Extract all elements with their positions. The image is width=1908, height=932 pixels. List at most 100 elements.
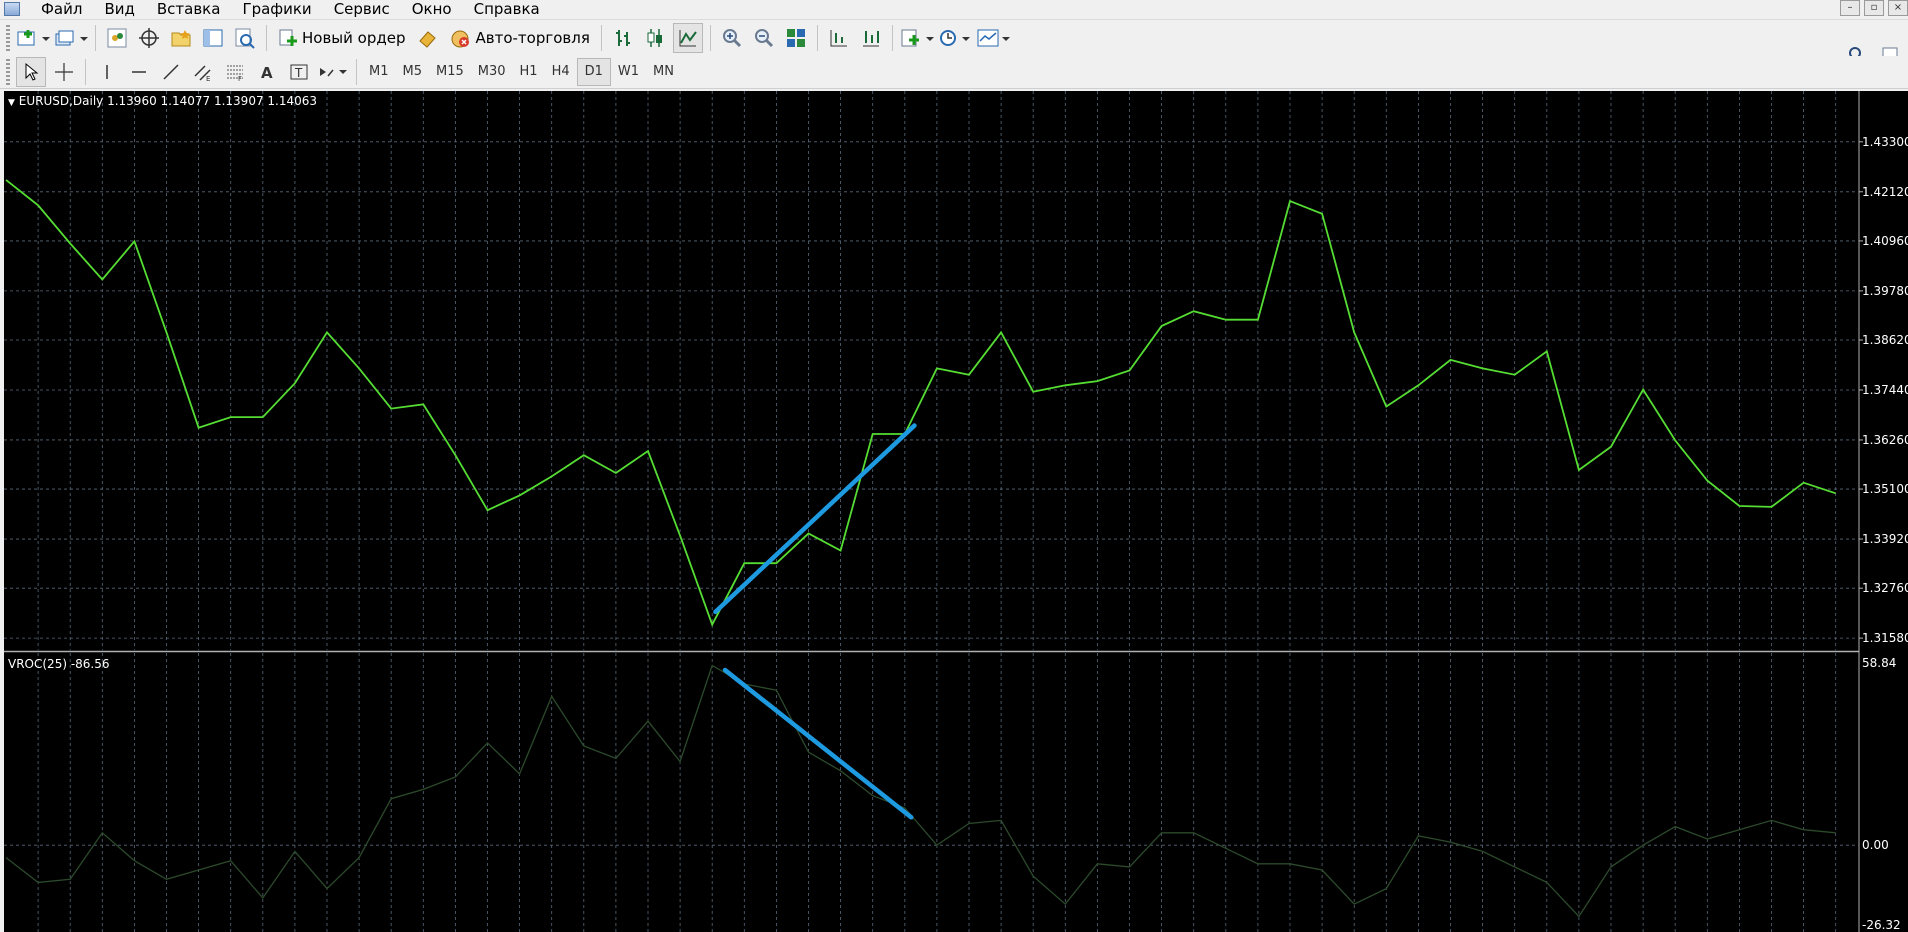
timeframe-m5[interactable]: M5: [396, 59, 430, 85]
chart-window[interactable]: 1.43300 1.42120 1.40960 1.39780 1.38620 1.374…: [4, 91, 1908, 932]
toolbar-separator: [709, 25, 711, 51]
line-chart-icon: [679, 30, 697, 47]
folder-star-icon: [171, 30, 191, 47]
indicators-icon: [901, 29, 934, 47]
timeframe-h1[interactable]: H1: [513, 59, 545, 85]
timeframe-w1[interactable]: W1: [611, 59, 646, 85]
line-chart-button[interactable]: [672, 23, 703, 53]
svg-text:A: A: [261, 64, 273, 82]
vertical-line-tool[interactable]: [93, 58, 121, 86]
indicators-button[interactable]: [900, 24, 934, 52]
toolbar-grip[interactable]: [6, 25, 10, 51]
menu-file[interactable]: Файл: [30, 0, 93, 18]
eraser-icon: [419, 31, 437, 48]
channel-icon: E: [194, 65, 211, 82]
timeframe-d1[interactable]: D1: [576, 58, 611, 86]
price-tick-label: 1.32760: [1862, 581, 1908, 595]
clock-icon: [939, 30, 970, 46]
trendline-tool[interactable]: [157, 58, 185, 86]
navigator-button[interactable]: [135, 24, 163, 52]
chart-canvas[interactable]: 1.43300 1.42120 1.40960 1.39780 1.38620 1.374…: [4, 91, 1908, 932]
market-watch-button[interactable]: [103, 24, 131, 52]
tile-windows-icon: [786, 29, 805, 47]
menu-insert[interactable]: Вставка: [146, 0, 232, 18]
new-order-icon: [279, 29, 297, 46]
standard-toolbar: Новый ордер Авто-торговля: [0, 19, 1908, 65]
minimize-button[interactable]: –: [1840, 0, 1860, 16]
new-order-button[interactable]: Новый ордер: [274, 24, 409, 52]
toolbar-separator: [266, 25, 267, 51]
price-trendline: [713, 423, 917, 615]
zoom-out-button[interactable]: [750, 24, 778, 52]
candlestick-button[interactable]: [641, 24, 669, 52]
price-line: [5, 179, 1836, 627]
periods-button[interactable]: [938, 24, 972, 52]
crosshair-target-icon: [139, 28, 159, 48]
horizontal-line-icon: [132, 71, 146, 73]
price-tick-label: 1.42120: [1862, 185, 1908, 199]
timeframe-m30[interactable]: M30: [471, 59, 513, 85]
menu-help[interactable]: Справка: [463, 0, 551, 18]
text-tool[interactable]: A: [253, 58, 281, 86]
profiles-icon: [55, 30, 88, 46]
toolbar-separator: [356, 59, 357, 85]
price-tick-label: 1.38620: [1862, 333, 1908, 347]
text-label-tool[interactable]: T: [285, 58, 313, 86]
cursor-tool[interactable]: [16, 57, 46, 87]
timeframe-m15[interactable]: M15: [429, 59, 471, 85]
templates-icon: [977, 29, 1010, 47]
text-icon: A: [261, 64, 273, 82]
magnifier-document-icon: [235, 28, 255, 49]
templates-button[interactable]: [976, 24, 1010, 52]
fibonacci-tool[interactable]: F: [221, 58, 249, 86]
window-panel-icon: [203, 29, 223, 47]
arrows-icon: [320, 68, 347, 77]
toolbar-grip[interactable]: [6, 59, 10, 85]
price-tick-label: 1.31580: [1862, 631, 1908, 645]
new-chart-button[interactable]: [16, 24, 50, 52]
menu-charts[interactable]: Графики: [231, 0, 322, 18]
app-icon[interactable]: [4, 2, 20, 16]
arrows-tool[interactable]: [317, 58, 349, 86]
close-button[interactable]: ×: [1888, 0, 1908, 16]
indicator-tick-label: 58.84: [1862, 656, 1896, 670]
chart-shift-button[interactable]: [825, 24, 853, 52]
market-watch-icon: [107, 28, 127, 48]
tile-windows-button[interactable]: [782, 24, 810, 52]
profiles-button[interactable]: [54, 24, 88, 52]
price-tick-label: 1.37440: [1862, 383, 1908, 397]
favorites-button[interactable]: [167, 24, 195, 52]
indicator-tick-label: -26.32: [1862, 918, 1901, 932]
strategy-tester-button[interactable]: [231, 24, 259, 52]
zoom-out-icon: [754, 29, 773, 48]
timeframe-mn[interactable]: MN: [646, 59, 681, 85]
fibonacci-icon: F: [227, 65, 243, 82]
horizontal-line-tool[interactable]: [125, 58, 153, 86]
menu-window[interactable]: Окно: [401, 0, 463, 18]
timeframe-h4[interactable]: H4: [545, 59, 577, 85]
auto-trading-button[interactable]: Авто-торговля: [445, 24, 593, 52]
collapse-triangle-icon[interactable]: ▼: [8, 98, 15, 108]
equidistant-channel-tool[interactable]: E: [189, 58, 217, 86]
bar-chart-button[interactable]: [609, 24, 637, 52]
new-chart-icon: [17, 30, 50, 46]
toolbar-separator: [891, 25, 893, 51]
zoom-in-button[interactable]: [718, 24, 746, 52]
terminal-button[interactable]: [199, 24, 227, 52]
new-order-label: Новый ордер: [302, 29, 406, 47]
menu-view[interactable]: Вид: [93, 0, 145, 18]
menu-bar: Файл Вид Вставка Графики Сервис Окно Спр…: [0, 0, 1908, 18]
auto-scroll-button[interactable]: [857, 24, 885, 52]
cursor-icon: [25, 62, 39, 81]
window-controls: – ▫ ×: [1840, 0, 1908, 16]
restore-button[interactable]: ▫: [1864, 0, 1884, 16]
indicator-tick-label: 0.00: [1862, 838, 1889, 852]
toolbar-separator: [85, 59, 86, 85]
crosshair-icon: [55, 63, 73, 81]
metaeditor-button[interactable]: [413, 24, 441, 52]
menu-tools[interactable]: Сервис: [323, 0, 401, 18]
timeframe-m1[interactable]: M1: [362, 59, 396, 85]
chart-symbol-title: ▼ EURUSD,Daily 1.13960 1.14077 1.13907 1…: [8, 94, 317, 108]
candlestick-icon: [647, 29, 662, 47]
crosshair-tool[interactable]: [50, 58, 78, 86]
